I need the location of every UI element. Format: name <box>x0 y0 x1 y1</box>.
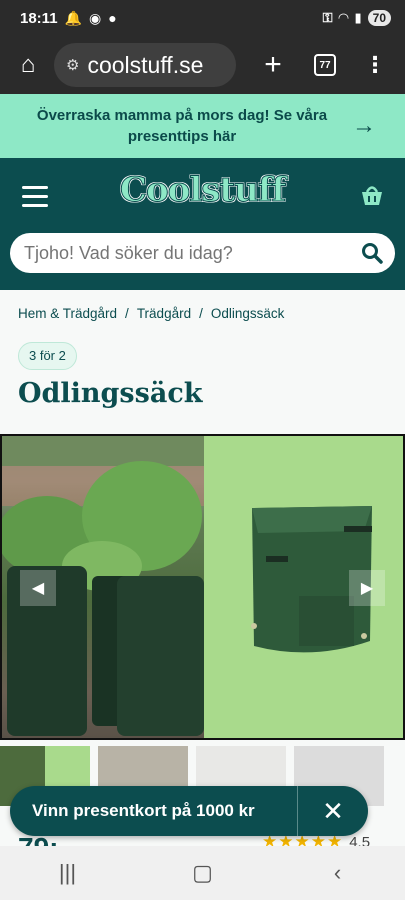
wifi-icon: ◠ <box>338 10 349 25</box>
gallery-prev-button[interactable]: ◀ <box>20 570 56 606</box>
bell-icon: 🔔 <box>64 9 82 26</box>
offer-badge[interactable]: 3 för 2 <box>18 342 77 370</box>
breadcrumb: Hem & Trädgård / Trädgård / Odlingssäck <box>18 306 285 321</box>
site-settings-icon[interactable]: ⚙ <box>66 56 79 74</box>
back-icon[interactable]: ‹ <box>308 860 368 886</box>
breadcrumb-item[interactable]: Odlingssäck <box>211 306 285 321</box>
battery-indicator: 70 <box>367 10 391 26</box>
gallery-next-button[interactable]: ▶ <box>349 570 385 606</box>
breadcrumb-item[interactable]: Hem & Trädgård <box>18 306 117 321</box>
logo[interactable]: Coolstuff <box>0 170 405 211</box>
site-header: Coolstuff <box>0 158 405 290</box>
search-icon[interactable] <box>361 242 383 264</box>
giveaway-toast[interactable]: Vinn presentkort på 1000 kr ✕ <box>10 786 368 836</box>
promo-banner[interactable]: Överraska mamma på mors dag! Se våra pre… <box>0 94 405 158</box>
search-input[interactable] <box>24 242 361 264</box>
messenger-icon: ◉ <box>88 9 102 26</box>
notification-icon: ● <box>108 10 117 26</box>
home-icon[interactable]: ⌂ <box>10 51 46 79</box>
browser-toolbar: ⌂ ⚙ coolstuff.se + 77 ⋮ <box>0 36 405 94</box>
promo-text: Överraska mamma på mors dag! Se våra pre… <box>36 107 328 145</box>
toast-text[interactable]: Vinn presentkort på 1000 kr <box>10 801 297 821</box>
basket-icon[interactable] <box>359 182 385 208</box>
recent-apps-icon[interactable]: ||| <box>38 860 98 886</box>
home-button-icon[interactable]: ▢ <box>173 860 233 886</box>
tab-switcher-button[interactable]: 77 <box>314 54 336 76</box>
close-icon[interactable]: ✕ <box>298 796 368 827</box>
signal-icon: ▮ <box>354 10 362 25</box>
system-nav-bar: ||| ▢ ‹ <box>0 846 405 900</box>
key-icon: ⚿ <box>322 10 333 25</box>
status-time: 18:11 <box>20 9 58 27</box>
status-bar: 18:11 🔔 ◉ ● ⚿ ◠ ▮ 70 <box>0 0 405 36</box>
breadcrumb-item[interactable]: Trädgård <box>137 306 191 321</box>
page-title: Odlingssäck <box>18 378 203 409</box>
new-tab-icon[interactable]: + <box>258 48 288 82</box>
url-text: coolstuff.se <box>87 51 204 78</box>
product-gallery: ◀ ▶ <box>0 434 405 740</box>
address-bar[interactable]: ⚙ coolstuff.se <box>54 43 236 87</box>
arrow-right-icon: → <box>352 112 376 139</box>
search-bar <box>10 233 395 273</box>
more-menu-icon[interactable]: ⋮ <box>364 52 386 78</box>
